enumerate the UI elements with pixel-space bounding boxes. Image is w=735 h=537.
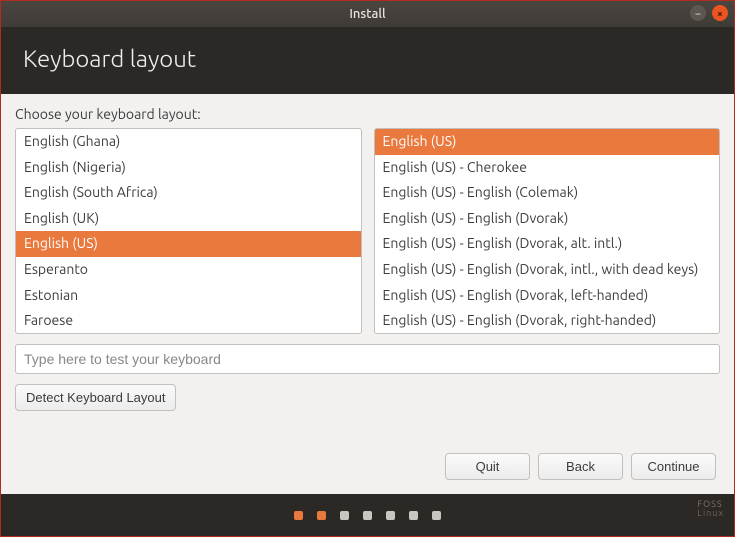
close-button[interactable]: ×	[712, 5, 728, 21]
list-item[interactable]: English (Nigeria)	[16, 155, 361, 181]
titlebar: Install – ×	[1, 1, 734, 27]
language-list[interactable]: English (Ghana)English (Nigeria)English …	[15, 128, 362, 334]
progress-dot	[294, 511, 303, 520]
layout-lists: English (Ghana)English (Nigeria)English …	[15, 128, 720, 334]
watermark-line2: Linux	[697, 509, 724, 518]
progress-dot	[432, 511, 441, 520]
quit-button[interactable]: Quit	[445, 453, 530, 480]
page-title: Keyboard layout	[23, 45, 196, 72]
install-window: Install – × Keyboard layout Choose your …	[0, 0, 735, 537]
variant-list[interactable]: English (US)English (US) - CherokeeEngli…	[374, 128, 721, 334]
minimize-button[interactable]: –	[690, 5, 706, 21]
list-item[interactable]: English (UK)	[16, 206, 361, 232]
footer-buttons: Quit Back Continue	[445, 453, 716, 480]
prompt-label: Choose your keyboard layout:	[15, 106, 720, 122]
progress-dots	[294, 511, 441, 520]
window-title: Install	[349, 7, 385, 21]
list-item[interactable]: Faroese	[16, 308, 361, 334]
list-item[interactable]: English (Ghana)	[16, 129, 361, 155]
list-item[interactable]: English (US) - English (Dvorak, alt. int…	[375, 231, 720, 257]
watermark-logo: FOSS Linux	[697, 500, 724, 518]
list-item[interactable]: English (South Africa)	[16, 180, 361, 206]
page-header: Keyboard layout	[1, 27, 734, 94]
list-item[interactable]: Estonian	[16, 283, 361, 309]
keyboard-test-input[interactable]	[15, 344, 720, 374]
list-item[interactable]: English (US) - English (Dvorak, intl., w…	[375, 257, 720, 283]
list-item[interactable]: Esperanto	[16, 257, 361, 283]
list-item[interactable]: English (US) - English (Colemak)	[375, 180, 720, 206]
list-item[interactable]: English (US) - English (Dvorak)	[375, 206, 720, 232]
list-item[interactable]: English (US)	[375, 129, 720, 155]
list-item[interactable]: English (US)	[16, 231, 361, 257]
continue-button[interactable]: Continue	[631, 453, 716, 480]
list-item[interactable]: English (US) - Cherokee	[375, 155, 720, 181]
progress-dot	[409, 511, 418, 520]
back-button[interactable]: Back	[538, 453, 623, 480]
progress-strip: FOSS Linux	[1, 494, 734, 536]
progress-dot	[340, 511, 349, 520]
progress-dot	[363, 511, 372, 520]
list-item[interactable]: English (US) - English (Dvorak, left-han…	[375, 283, 720, 309]
window-controls: – ×	[690, 5, 728, 21]
list-item[interactable]: English (US) - English (Dvorak, right-ha…	[375, 308, 720, 334]
content-area: Choose your keyboard layout: English (Gh…	[1, 94, 734, 494]
progress-dot	[386, 511, 395, 520]
progress-dot	[317, 511, 326, 520]
detect-keyboard-button[interactable]: Detect Keyboard Layout	[15, 384, 176, 411]
